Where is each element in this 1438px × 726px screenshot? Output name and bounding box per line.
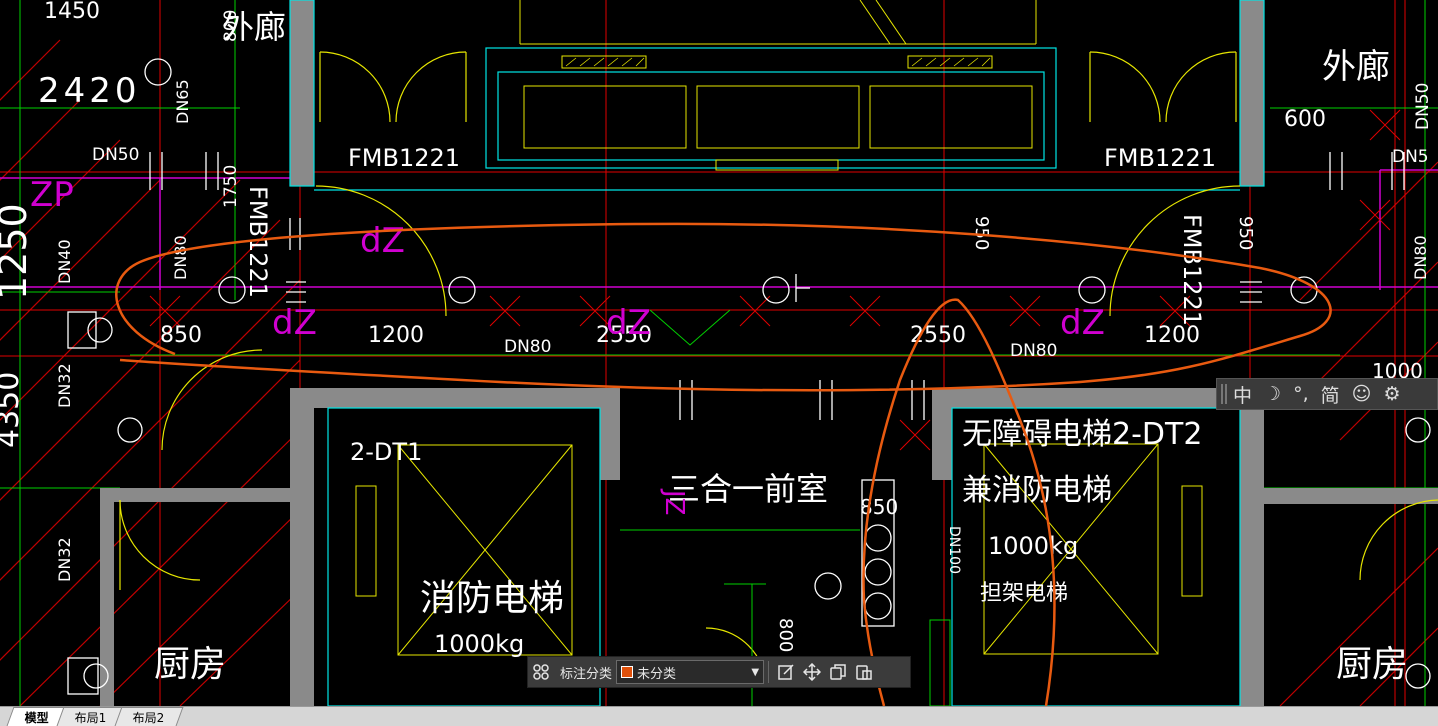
ime-simplified-mode[interactable]: 简 (1315, 381, 1346, 408)
pipe-code: dZ (360, 221, 405, 261)
room-label: 三合一前室 (668, 470, 828, 508)
dim-label: 1750 (221, 165, 241, 208)
cad-labels: 1450 2420 外廊 外廊 DN65 DN50 DN5 DN50 ZP 12… (0, 0, 1433, 685)
pipe-label: DN65 (173, 79, 192, 124)
walls (100, 0, 1438, 706)
punctuation-toggle[interactable]: °, (1287, 383, 1315, 405)
category-color-swatch (621, 666, 634, 678)
elevator-title: 无障碍电梯2-DT2 (962, 417, 1202, 452)
dim-label: 800 (221, 10, 241, 42)
cad-drawing-canvas[interactable]: 1450 2420 外廊 外廊 DN65 DN50 DN5 DN50 ZP 12… (0, 0, 1438, 706)
pipe-label: DN5 (1392, 147, 1429, 167)
room-label: 外廊 (1322, 47, 1390, 87)
pipe-label: DN80 (171, 235, 190, 280)
chevron-down-icon: ▼ (751, 666, 760, 678)
edit-icon[interactable] (773, 659, 799, 685)
dim-label: 1200 (368, 323, 424, 348)
category-value: 未分类 (637, 666, 677, 682)
dim-label: 2550 (910, 323, 966, 348)
pipe-label: DN40 (55, 239, 74, 284)
pipe-label: DN80 (504, 337, 551, 357)
tab-label: 布局1 (74, 710, 107, 725)
smiley-icon[interactable]: ☺ (1346, 383, 1378, 405)
door-label: FMB1221 (348, 144, 460, 172)
elevator-name: 消防电梯 (420, 578, 564, 619)
elevator-load: 1000kg (434, 630, 524, 658)
cad-drawing[interactable]: 1450 2420 外廊 外廊 DN65 DN50 DN5 DN50 ZP 12… (0, 0, 1438, 706)
dim-label: 1250 (0, 203, 35, 300)
hatch-left (0, 39, 301, 706)
door-label: FMB1221 (1104, 144, 1216, 172)
pipe-label: DN50 (92, 145, 139, 165)
pipe-label: DN32 (55, 537, 74, 582)
small-hatch (565, 57, 991, 67)
layout-tabs: 模型 布局1 布局2 (0, 706, 1438, 726)
pipe-label: DN32 (55, 363, 74, 408)
annotation-toolbar: 标注分类 未分类 ▼ (527, 656, 911, 688)
pipe-label: DN80 (1010, 341, 1057, 361)
pipe-code: JZ (659, 488, 689, 515)
dim-label: 600 (1284, 107, 1326, 132)
axis-lines (0, 0, 1438, 706)
dim-label: 950 (1235, 216, 1256, 250)
moon-icon[interactable]: ☽ (1258, 383, 1287, 405)
room-label: 厨房 (1336, 644, 1408, 685)
pipe-label: DN50 (1413, 83, 1433, 130)
pipe-code: dZ (272, 303, 317, 343)
copy-icon[interactable] (825, 659, 851, 685)
gear-icon[interactable]: ⚙ (1377, 383, 1406, 405)
tab-layout2[interactable]: 布局2 (114, 707, 183, 726)
dim-label: 850 (160, 323, 202, 348)
dim-label: 800 (775, 618, 796, 652)
category-label: 标注分类 (560, 666, 613, 682)
paste-icon[interactable] (851, 659, 877, 685)
dim-label: 1200 (1144, 323, 1200, 348)
tab-label: 模型 (24, 710, 49, 725)
pipe-label: DN100 (946, 526, 962, 574)
ime-toolbar[interactable]: 中 ☽ °, 简 ☺ ⚙ (1216, 378, 1438, 410)
fixtures (67, 58, 1431, 695)
ime-chinese-mode[interactable]: 中 (1227, 381, 1258, 408)
dimension-lines (0, 0, 1438, 706)
category-select[interactable]: 未分类 ▼ (616, 660, 765, 684)
grid-icon[interactable] (528, 659, 554, 685)
pipe-label: DN80 (1411, 235, 1430, 280)
room-label: 厨房 (154, 644, 226, 685)
dim-label: 850 (860, 495, 898, 519)
door-label: FMB1221 (1178, 214, 1206, 326)
pipe-code: ZP (30, 175, 74, 215)
dim-label: 2420 (38, 71, 141, 111)
pipe-code: dZ (1060, 303, 1105, 343)
move-icon[interactable] (799, 659, 825, 685)
elevator-load: 1000kg (988, 532, 1078, 560)
dim-label: 4350 (0, 372, 26, 448)
elevator-id: 2-DT1 (350, 438, 422, 466)
pipe-code: dZ (606, 303, 651, 343)
pipes (0, 169, 1438, 290)
tab-label: 布局2 (132, 710, 165, 725)
elevator-subtitle: 兼消防电梯 (962, 473, 1112, 508)
divider (768, 661, 770, 683)
dim-label: 1450 (44, 0, 100, 24)
